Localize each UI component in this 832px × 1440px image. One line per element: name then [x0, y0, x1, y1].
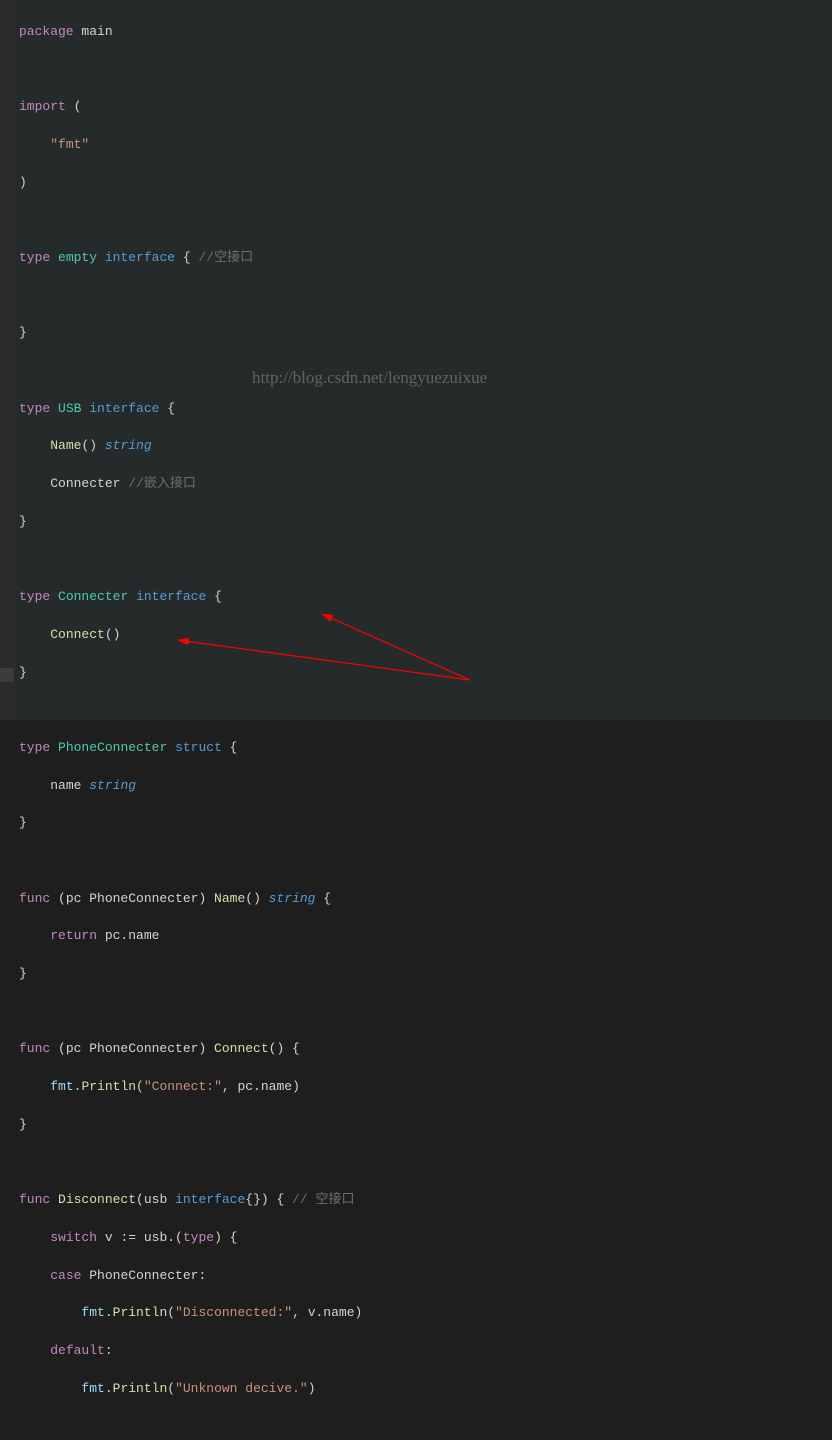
code-line: }	[19, 513, 832, 532]
code-line	[19, 1417, 832, 1436]
code-line: fmt.Println("Disconnected:", v.name)	[19, 1304, 832, 1323]
code-line: name string	[19, 777, 832, 796]
code-line: }	[19, 324, 832, 343]
code-line: "fmt"	[19, 136, 832, 155]
code-line: Name() string	[19, 437, 832, 456]
code-line: import (	[19, 98, 832, 117]
code-line: }	[19, 664, 832, 683]
code-line: Connecter //嵌入接口	[19, 475, 832, 494]
code-line: func (pc PhoneConnecter) Name() string {	[19, 890, 832, 909]
code-line: fmt.Println("Connect:", pc.name)	[19, 1078, 832, 1097]
code-line: return pc.name	[19, 927, 832, 946]
code-line: type PhoneConnecter struct {	[19, 739, 832, 758]
code-line: }	[19, 965, 832, 984]
code-line: default:	[19, 1342, 832, 1361]
code-line	[19, 1003, 832, 1022]
code-line: func (pc PhoneConnecter) Connect() {	[19, 1040, 832, 1059]
code-editor[interactable]: package main import ( "fmt" ) type empty…	[0, 0, 832, 720]
code-line: switch v := usb.(type) {	[19, 1229, 832, 1248]
code-line: }	[19, 814, 832, 833]
code-line	[19, 287, 832, 306]
code-line: }	[19, 1116, 832, 1135]
code-line: type empty interface { //空接口	[19, 249, 832, 268]
code-line: case PhoneConnecter:	[19, 1267, 832, 1286]
code-line	[19, 1153, 832, 1172]
code-line: )	[19, 174, 832, 193]
code-line	[19, 701, 832, 720]
code-line: package main	[19, 23, 832, 42]
code-line: type Connecter interface {	[19, 588, 832, 607]
code-area[interactable]: package main import ( "fmt" ) type empty…	[19, 4, 832, 1440]
code-line	[19, 362, 832, 381]
code-line: Connect()	[19, 626, 832, 645]
code-line: fmt.Println("Unknown decive.")	[19, 1380, 832, 1399]
code-line	[19, 852, 832, 871]
code-line	[19, 211, 832, 230]
code-line: type USB interface {	[19, 400, 832, 419]
code-line: func Disconnect(usb interface{}) { // 空接…	[19, 1191, 832, 1210]
gutter	[0, 0, 16, 720]
gutter-marker	[0, 668, 14, 682]
code-line	[19, 61, 832, 80]
code-line	[19, 550, 832, 569]
